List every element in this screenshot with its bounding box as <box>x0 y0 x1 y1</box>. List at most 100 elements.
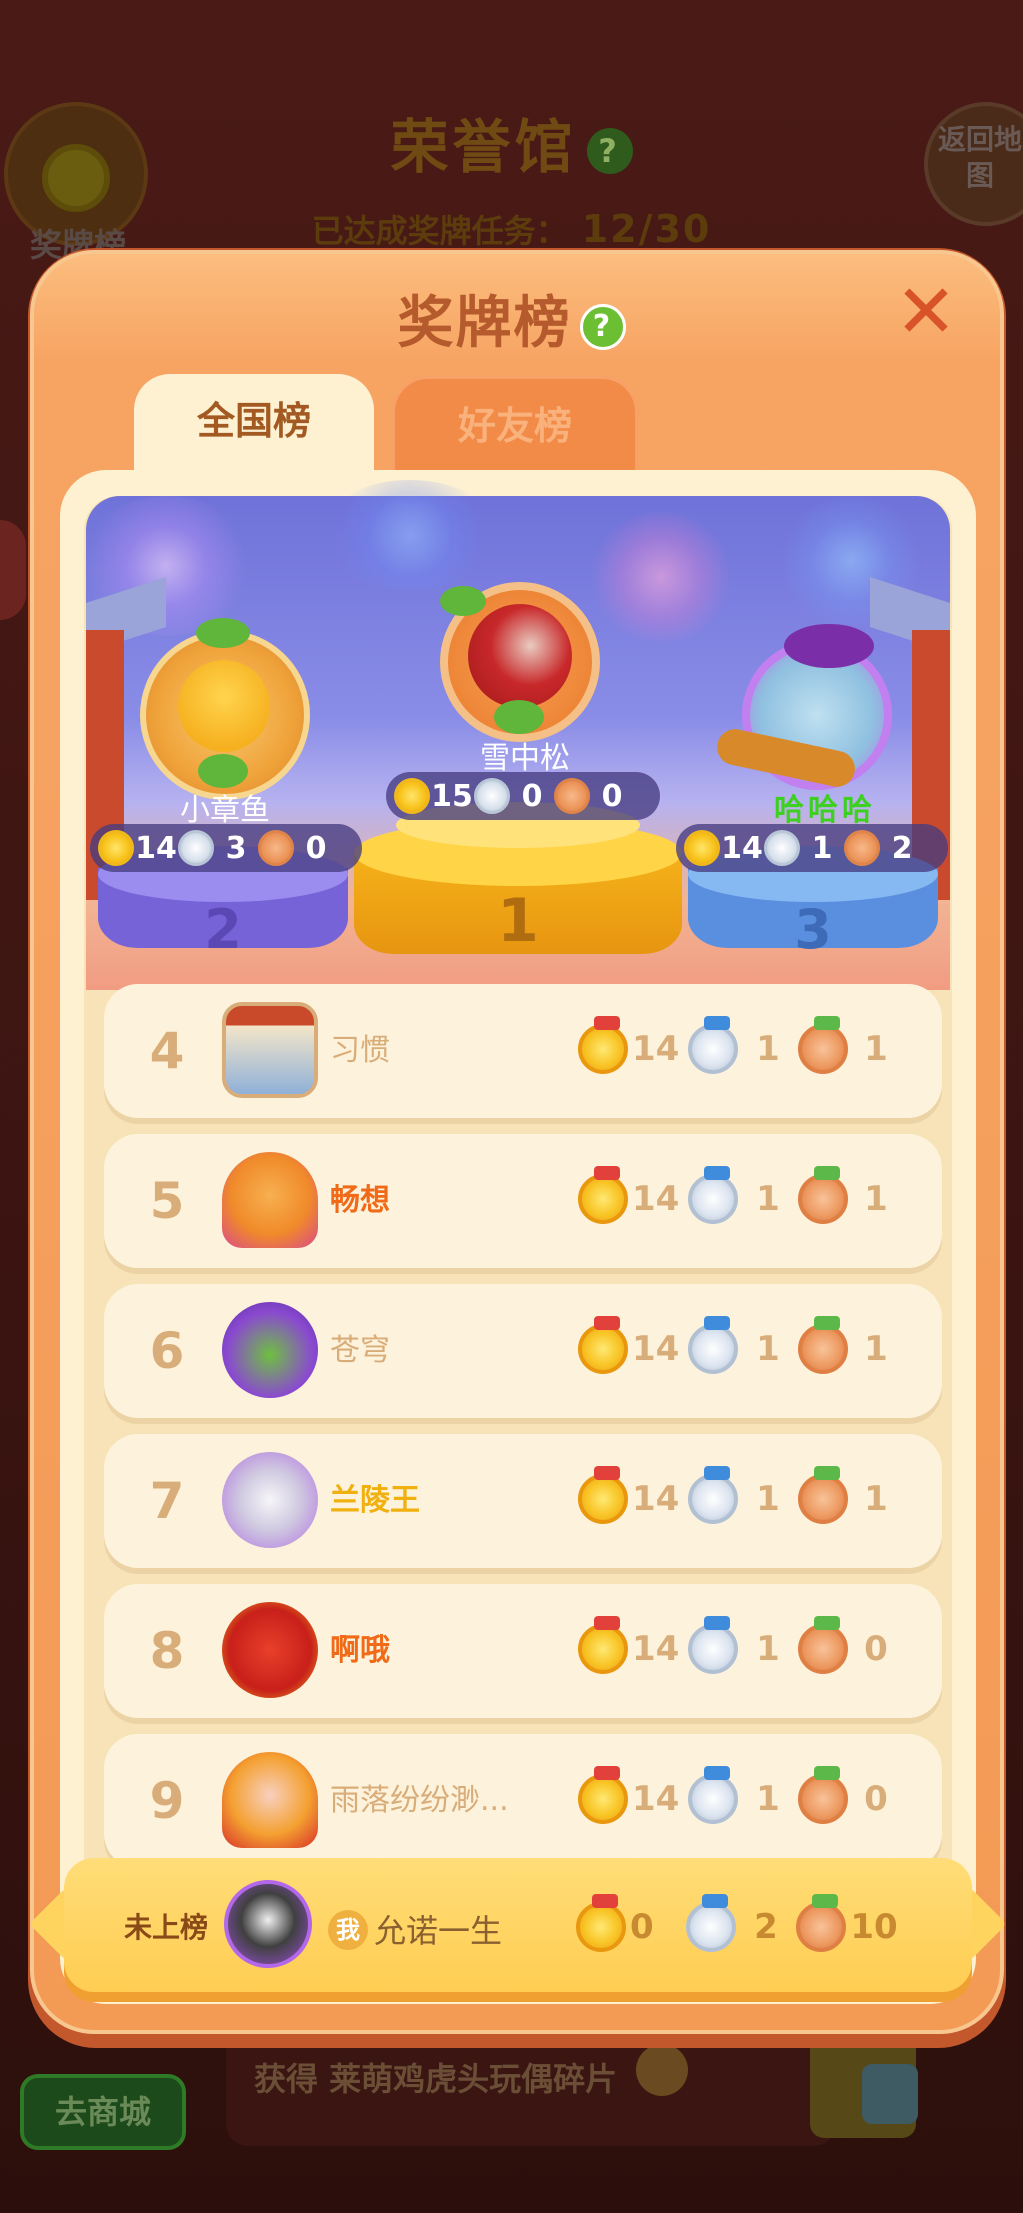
silver-count: 1 <box>756 1329 780 1369</box>
bronze-count: 10 <box>850 1907 898 1947</box>
tab-friends[interactable]: 好友榜 <box>392 376 638 476</box>
row-name: 啊哦 <box>330 1633 390 1668</box>
silver-count: 1 <box>756 1629 780 1669</box>
medal-counts-rank-2: 14 3 0 <box>90 824 362 872</box>
silver-medal-icon <box>688 1316 738 1374</box>
silver-medal-icon <box>686 1894 736 1952</box>
silver-count: 0 <box>521 778 543 814</box>
silver-medal-icon <box>688 1466 738 1524</box>
avatar[interactable] <box>222 1452 318 1548</box>
silver-count: 1 <box>811 830 833 866</box>
avatar[interactable] <box>222 1002 318 1098</box>
bronze-medal-icon <box>258 830 294 866</box>
gold-medal-icon <box>578 1466 628 1524</box>
row-rank: 7 <box>149 1472 185 1530</box>
silver-count: 1 <box>756 1179 780 1219</box>
row-rank: 6 <box>149 1322 185 1380</box>
bronze-count: 1 <box>864 1479 888 1519</box>
podium-name-3: 哈哈哈 <box>774 793 876 828</box>
silver-medal-icon <box>474 778 510 814</box>
medal-counts-rank-1: 15 0 0 <box>386 772 660 820</box>
avatar[interactable] <box>222 1602 318 1698</box>
my-rank-status: 未上榜 <box>124 1911 209 1944</box>
bronze-count: 0 <box>601 778 623 814</box>
gold-medal-icon <box>576 1894 626 1952</box>
bronze-medal-icon <box>798 1016 848 1074</box>
gold-count: 14 <box>632 1479 680 1519</box>
row-name: 雨落纷纷渺... <box>330 1783 509 1818</box>
task-progress: 已达成奖牌任务： 12/30 <box>311 207 712 251</box>
me-badge: 我 <box>328 1910 368 1950</box>
avatar[interactable] <box>222 1752 318 1848</box>
silver-medal-icon <box>688 1766 738 1824</box>
close-icon[interactable]: ✕ <box>894 275 958 349</box>
row-name: 畅想 <box>330 1183 390 1218</box>
avatar[interactable] <box>222 1302 318 1398</box>
my-avatar[interactable] <box>224 1880 312 1968</box>
puzzle-piece-icon-2 <box>862 2064 918 2124</box>
gold-count: 0 <box>630 1907 654 1947</box>
help-icon[interactable]: ? <box>579 303 626 350</box>
podium-name-2: 小章鱼 <box>180 793 270 828</box>
row-medals: 14 1 1 <box>578 1466 904 1524</box>
row-rank: 8 <box>149 1622 185 1680</box>
ranking-row[interactable]: 7 兰陵王 14 1 1 <box>104 1434 942 1568</box>
bronze-count: 1 <box>864 1329 888 1369</box>
bronze-count: 1 <box>864 1029 888 1069</box>
medal-counts-rank-3: 14 1 2 <box>676 824 948 872</box>
row-name: 兰陵王 <box>330 1483 420 1518</box>
silver-medal-icon <box>688 1616 738 1674</box>
gold-medal-icon <box>578 1616 628 1674</box>
podium-name-1: 雪中松 <box>480 741 570 776</box>
silver-medal-icon <box>688 1016 738 1074</box>
reward-text: 获得 莱萌鸡虎头玩偶碎片 <box>254 2060 618 2098</box>
hat-icon <box>784 624 874 668</box>
firework <box>320 480 500 590</box>
row-rank: 5 <box>149 1172 185 1230</box>
return-map-label: 返回地图 <box>938 123 1023 192</box>
podium-rank-2: 2 <box>204 898 242 961</box>
gold-count: 14 <box>632 1629 680 1669</box>
ranking-row[interactable]: 8 啊哦 14 1 0 <box>104 1584 942 1718</box>
ranking-row[interactable]: 9 雨落纷纷渺... 14 1 0 <box>104 1734 942 1868</box>
tab-national[interactable]: 全国榜 <box>134 374 374 486</box>
silver-count: 1 <box>756 1479 780 1519</box>
hall-title: 荣誉馆? <box>0 100 1023 184</box>
ranking-row[interactable]: 6 苍穹 14 1 1 <box>104 1284 942 1418</box>
gold-medal-icon <box>578 1316 628 1374</box>
leaf-icon <box>196 618 250 648</box>
row-medals: 14 1 1 <box>578 1166 904 1224</box>
row-medals: 14 1 0 <box>578 1616 904 1674</box>
silver-medal-icon <box>764 830 800 866</box>
gold-medal-icon <box>578 1166 628 1224</box>
bronze-count: 0 <box>305 830 327 866</box>
silver-medal-icon <box>688 1166 738 1224</box>
bronze-medal-icon <box>798 1466 848 1524</box>
firework <box>586 512 736 642</box>
avatar[interactable] <box>222 1152 318 1248</box>
ranking-row[interactable]: 4 习惯 14 1 1 <box>104 984 942 1118</box>
bronze-medal-icon <box>798 1316 848 1374</box>
bronze-medal-icon <box>844 830 880 866</box>
gold-count: 14 <box>632 1029 680 1069</box>
row-medals: 14 1 0 <box>578 1766 904 1824</box>
row-name: 苍穹 <box>330 1333 390 1368</box>
help-icon[interactable]: ? <box>586 127 633 174</box>
bronze-medal-icon <box>798 1166 848 1224</box>
row-medals: 14 1 1 <box>578 1316 904 1374</box>
my-medals: 0 2 10 <box>576 1894 902 1952</box>
gold-count: 14 <box>632 1329 680 1369</box>
modal-title: 奖牌榜? <box>0 278 1023 359</box>
row-medals: 14 1 1 <box>578 1016 904 1074</box>
leaf-icon <box>494 700 544 734</box>
row-rank: 9 <box>149 1772 185 1830</box>
tiger-toy-icon <box>636 2044 688 2096</box>
gold-count: 14 <box>632 1779 680 1819</box>
silver-count: 2 <box>754 1907 778 1947</box>
gold-medal-icon <box>394 778 430 814</box>
shop-button[interactable]: 去商城 <box>20 2074 186 2150</box>
gold-count: 15 <box>431 778 473 814</box>
bronze-medal-icon <box>798 1766 848 1824</box>
ranking-row[interactable]: 5 畅想 14 1 1 <box>104 1134 942 1268</box>
gold-count: 14 <box>721 830 763 866</box>
